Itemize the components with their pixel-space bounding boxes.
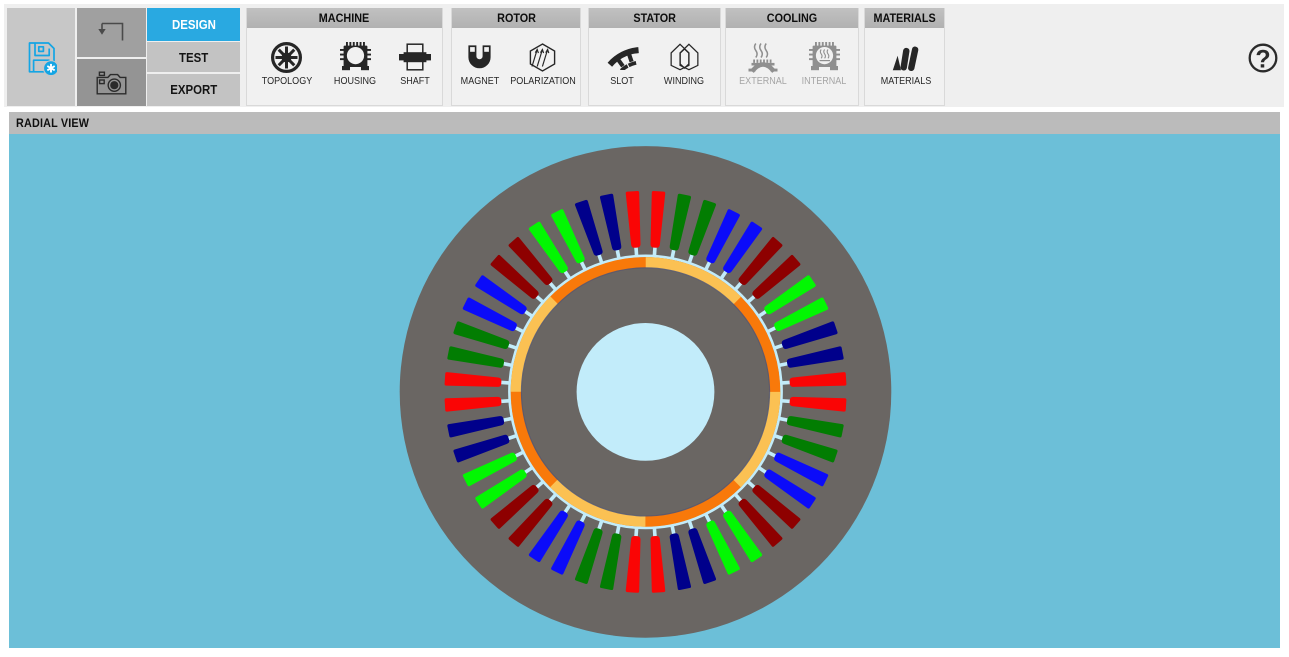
svg-text:?: ? (1255, 46, 1270, 73)
